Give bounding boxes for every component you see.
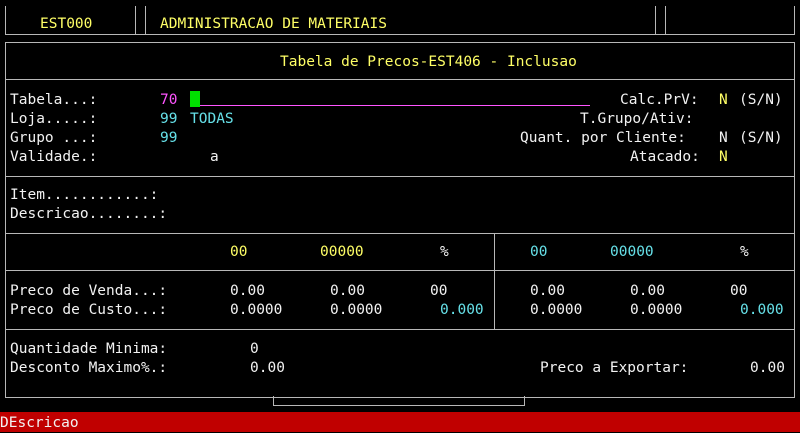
custo-left-3[interactable]: 0.000 [440,300,484,320]
loja-name: TODAS [190,111,234,127]
desconto-maximo-label: Desconto Maximo%.: [10,360,168,376]
text-cursor [190,91,200,107]
right-header-percent: % [740,244,749,260]
module-code: EST000 [40,16,93,32]
header-tab-right-edge [655,6,656,34]
right-header-1: 00 [530,244,548,260]
left-header-percent: % [440,244,449,260]
separator-title [5,79,795,80]
loja-label: Loja.....: [10,111,98,127]
calc-prv-label: Calc.PrV: [620,92,699,108]
header-tab-divider-2 [145,6,146,34]
loja-value[interactable]: 99 [160,109,177,129]
price-column-divider [494,233,495,329]
quantidade-minima-label: Quantidade Minima: [10,341,168,357]
custo-right-3[interactable]: 0.000 [740,300,784,320]
header-tab-divider [135,6,136,34]
venda-right-1[interactable]: 0.00 [530,281,565,301]
item-label: Item............: [10,187,159,203]
preco-exportar-label: Preco a Exportar: [540,360,689,376]
venda-left-2[interactable]: 0.00 [330,281,365,301]
tabela-label: Tabela...: [10,92,98,108]
separator-item [5,233,795,234]
venda-left-1[interactable]: 0.00 [230,281,265,301]
bracket-bottom [273,405,525,406]
header-bottom-line [5,34,795,35]
module-title: ADMINISTRACAO DE MATERIAIS [160,16,387,32]
quant-cliente-label: Quant. por Cliente: [520,130,686,146]
separator-headers [5,270,795,271]
separator-prices [5,329,795,330]
screen-title: Tabela de Precos-EST406 - Inclusao [280,54,577,70]
venda-right-3[interactable]: 00 [730,281,747,301]
tgrupo-label: T.Grupo/Ativ: [580,111,694,127]
calc-prv-hint: (S/N) [739,92,783,108]
header-tab-right-edge-2 [665,6,666,34]
quant-cliente-value[interactable]: N [719,128,728,148]
custo-right-2[interactable]: 0.0000 [630,300,682,320]
separator-fields [5,176,795,177]
preco-custo-label: Preco de Custo...: [10,302,168,318]
left-header-2: 00000 [320,244,364,260]
grupo-value[interactable]: 99 [160,128,177,148]
left-header-1: 00 [230,244,248,260]
grupo-label: Grupo ...: [10,130,98,146]
preco-exportar-value[interactable]: 0.00 [750,358,785,378]
quant-cliente-hint: (S/N) [739,130,783,146]
custo-left-1[interactable]: 0.0000 [230,300,282,320]
right-header-2: 00000 [610,244,654,260]
custo-left-2[interactable]: 0.0000 [330,300,382,320]
tabela-input-field[interactable] [200,105,590,106]
status-text: DEscricao [0,415,79,431]
quantidade-minima-value[interactable]: 0 [250,339,259,359]
status-bar [0,412,800,432]
tabela-value[interactable]: 70 [160,90,177,110]
validade-label: Validade.: [10,149,98,165]
atacado-label: Atacado: [630,149,700,165]
custo-right-1[interactable]: 0.0000 [530,300,582,320]
bracket-right [524,396,525,406]
atacado-value[interactable]: N [719,147,728,167]
validade-separator: a [210,149,219,165]
header-tab-left-edge [5,6,6,34]
calc-prv-value[interactable]: N [719,90,728,110]
descricao-label: Descricao........: [10,206,168,222]
venda-right-2[interactable]: 0.00 [630,281,665,301]
header-tab-right-edge-3 [794,6,795,34]
preco-venda-label: Preco de Venda...: [10,283,168,299]
desconto-maximo-value[interactable]: 0.00 [250,358,285,378]
venda-left-3[interactable]: 00 [430,281,447,301]
